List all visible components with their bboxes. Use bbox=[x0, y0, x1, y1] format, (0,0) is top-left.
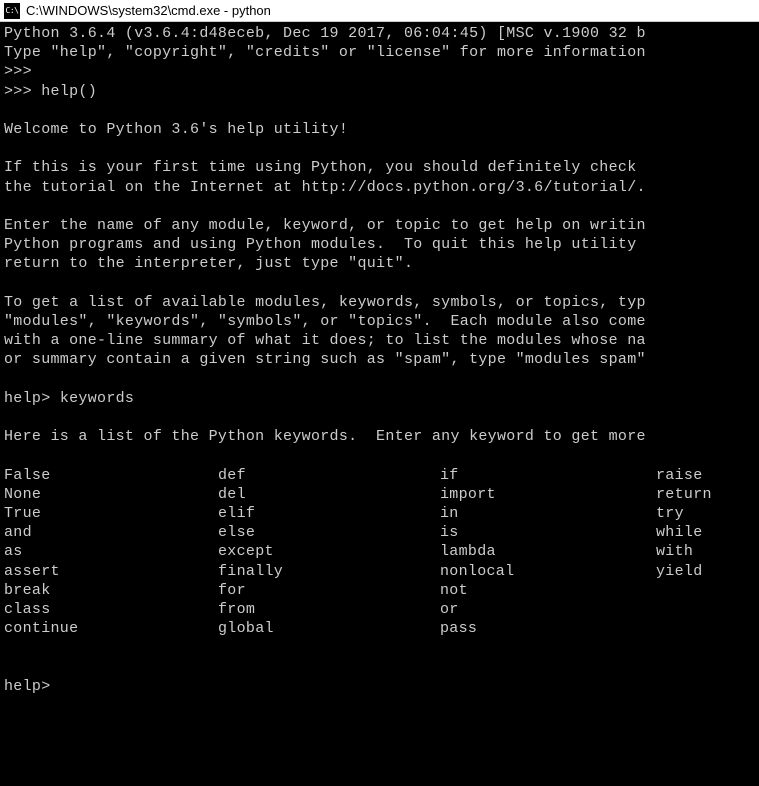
keyword-cell: None bbox=[4, 485, 218, 504]
prompt-empty: >>> bbox=[4, 63, 32, 80]
keyword-cell: class bbox=[4, 600, 218, 619]
keyword-cell: in bbox=[440, 504, 656, 523]
keyword-cell: not bbox=[440, 581, 656, 600]
keyword-cell: break bbox=[4, 581, 218, 600]
keyword-cell: import bbox=[440, 485, 656, 504]
keyword-cell: global bbox=[218, 619, 440, 638]
keyword-cell: def bbox=[218, 466, 440, 485]
keyword-cell: raise bbox=[656, 466, 755, 485]
para3-line1: To get a list of available modules, keyw… bbox=[4, 294, 646, 311]
prompt-help: >>> bbox=[4, 83, 41, 100]
keyword-cell bbox=[656, 581, 755, 600]
keyword-cell: from bbox=[218, 600, 440, 619]
para3-line3: with a one-line summary of what it does;… bbox=[4, 332, 646, 349]
cmd-icon: C:\ bbox=[4, 3, 20, 19]
keyword-cell: False bbox=[4, 466, 218, 485]
keyword-cell: is bbox=[440, 523, 656, 542]
keyword-cell: del bbox=[218, 485, 440, 504]
keyword-cell: finally bbox=[218, 562, 440, 581]
keyword-cell: assert bbox=[4, 562, 218, 581]
keyword-cell bbox=[656, 619, 755, 638]
welcome-line: Welcome to Python 3.6's help utility! bbox=[4, 121, 348, 138]
keyword-cell: continue bbox=[4, 619, 218, 638]
keyword-cell: True bbox=[4, 504, 218, 523]
keyword-cell: yield bbox=[656, 562, 755, 581]
keyword-cell: if bbox=[440, 466, 656, 485]
keyword-cell bbox=[656, 600, 755, 619]
keyword-cell: for bbox=[218, 581, 440, 600]
keywords-command: keywords bbox=[60, 390, 134, 407]
keyword-cell: else bbox=[218, 523, 440, 542]
para2-line2: Python programs and using Python modules… bbox=[4, 236, 646, 253]
para1-line2: the tutorial on the Internet at http://d… bbox=[4, 179, 646, 196]
help-call: help() bbox=[41, 83, 97, 100]
window-title-bar[interactable]: C:\ C:\WINDOWS\system32\cmd.exe - python bbox=[0, 0, 759, 22]
keyword-cell: lambda bbox=[440, 542, 656, 561]
keyword-cell: try bbox=[656, 504, 755, 523]
keyword-cell: or bbox=[440, 600, 656, 619]
help-prompt: help> bbox=[4, 390, 60, 407]
para3-line2: "modules", "keywords", "symbols", or "to… bbox=[4, 313, 646, 330]
para1-line1: If this is your first time using Python,… bbox=[4, 159, 646, 176]
console-output[interactable]: Python 3.6.4 (v3.6.4:d48eceb, Dec 19 201… bbox=[0, 22, 759, 786]
keywords-intro: Here is a list of the Python keywords. E… bbox=[4, 428, 646, 445]
window-title: C:\WINDOWS\system32\cmd.exe - python bbox=[26, 3, 271, 18]
keyword-cell: nonlocal bbox=[440, 562, 656, 581]
keyword-cell: and bbox=[4, 523, 218, 542]
keyword-cell: except bbox=[218, 542, 440, 561]
keyword-cell: as bbox=[4, 542, 218, 561]
para2-line1: Enter the name of any module, keyword, o… bbox=[4, 217, 646, 234]
keyword-cell: with bbox=[656, 542, 755, 561]
type-help-line: Type "help", "copyright", "credits" or "… bbox=[4, 44, 646, 61]
keyword-cell: while bbox=[656, 523, 755, 542]
para3-line4: or summary contain a given string such a… bbox=[4, 351, 646, 368]
help-prompt-final: help> bbox=[4, 678, 51, 695]
python-version-line: Python 3.6.4 (v3.6.4:d48eceb, Dec 19 201… bbox=[4, 25, 646, 42]
keyword-cell: pass bbox=[440, 619, 656, 638]
keyword-cell: return bbox=[656, 485, 755, 504]
keywords-table: Falsedefifraise Nonedelimportreturn Trueel… bbox=[4, 466, 755, 639]
keyword-cell: elif bbox=[218, 504, 440, 523]
para2-line3: return to the interpreter, just type "qu… bbox=[4, 255, 413, 272]
